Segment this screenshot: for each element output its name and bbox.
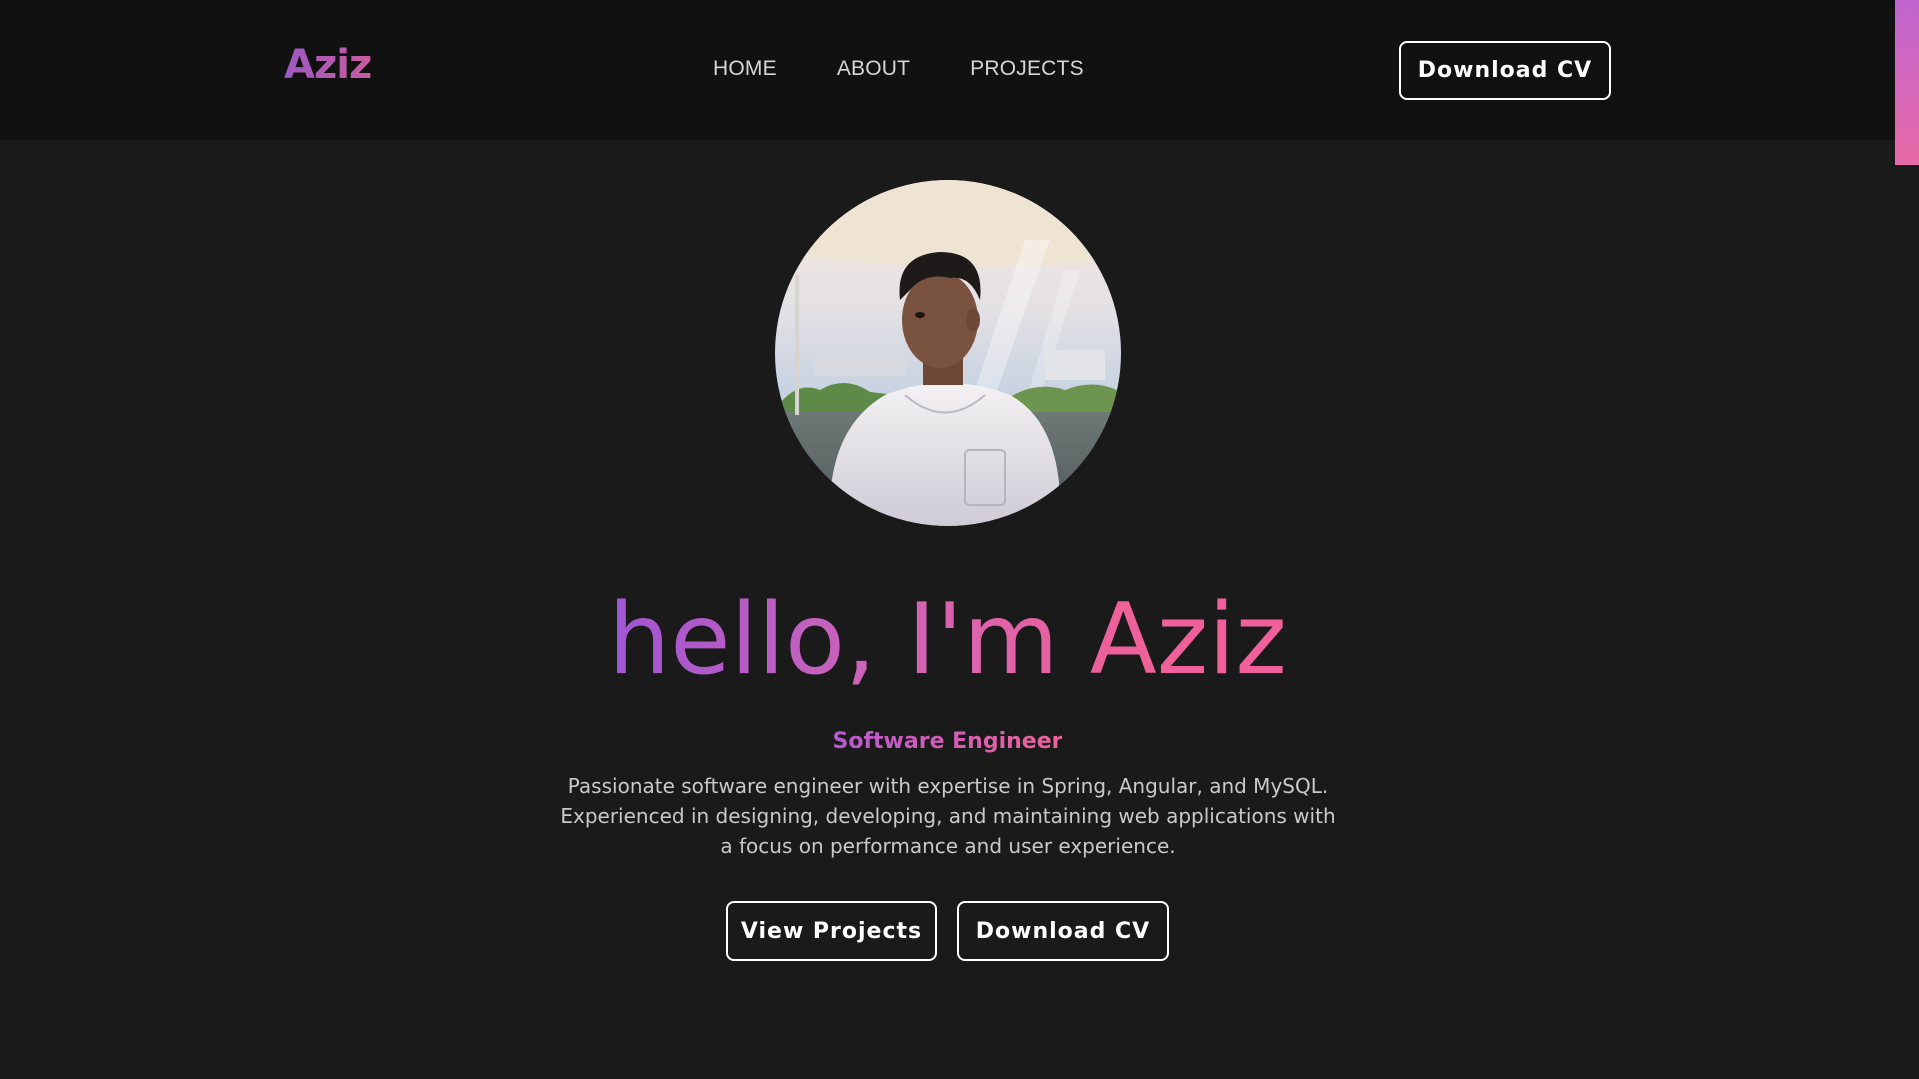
nav-projects[interactable]: PROJECTS — [970, 57, 1084, 81]
site-header: Aziz HOME ABOUT PROJECTS Download CV — [0, 0, 1919, 140]
role-text: Software Engineer — [832, 729, 1063, 754]
logo[interactable]: Aziz — [284, 42, 372, 88]
nav-about[interactable]: ABOUT — [837, 57, 910, 81]
hero-title: hello, I'm Aziz — [0, 585, 1895, 695]
portfolio-page: Aziz HOME ABOUT PROJECTS Download CV hel… — [0, 0, 1919, 1079]
scroll-progress-bar[interactable] — [1895, 0, 1919, 165]
header-download-cv-button[interactable]: Download CV — [1399, 41, 1611, 100]
avatar-portrait-icon — [775, 180, 1121, 526]
view-projects-button[interactable]: View Projects — [726, 901, 937, 961]
hero-description: Passionate software engineer with expert… — [560, 774, 1336, 858]
main-nav: HOME ABOUT PROJECTS — [713, 57, 1144, 81]
hero-title-text: hello, I'm Aziz — [608, 583, 1287, 697]
avatar — [775, 180, 1121, 526]
role-subtitle: Software Engineer — [0, 729, 1895, 754]
nav-home[interactable]: HOME — [713, 57, 777, 81]
download-cv-button[interactable]: Download CV — [957, 901, 1169, 961]
